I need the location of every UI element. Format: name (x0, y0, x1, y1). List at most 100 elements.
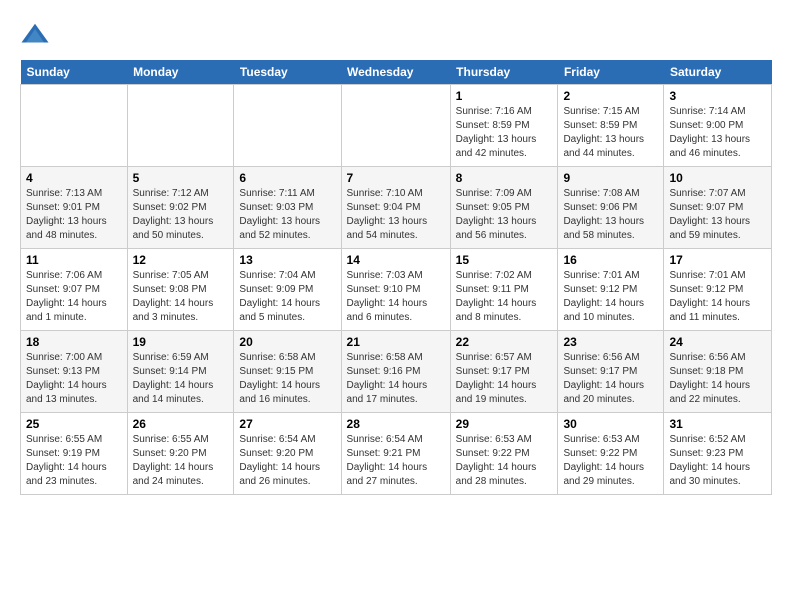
day-number: 15 (456, 253, 553, 267)
day-header-monday: Monday (127, 60, 234, 85)
day-info: Sunrise: 7:03 AMSunset: 9:10 PMDaylight:… (347, 269, 445, 325)
calendar-cell: 2Sunrise: 7:15 AMSunset: 8:59 PMDaylight… (558, 85, 664, 167)
calendar-cell: 27 Sunrise: 6:54 AMSunset: 9:20 PMDayligh… (234, 413, 341, 495)
calendar-cell: 28 Sunrise: 6:54 AMSunset: 9:21 PMDayligh… (341, 413, 450, 495)
calendar-cell: 10 Sunrise: 7:07 AMSunset: 9:07 PMDayligh… (664, 167, 772, 249)
calendar-cell: 8 Sunrise: 7:09 AMSunset: 9:05 PMDaylight… (450, 167, 558, 249)
logo (20, 20, 54, 50)
day-header-wednesday: Wednesday (341, 60, 450, 85)
calendar-cell (234, 85, 341, 167)
day-info: Sunrise: 7:00 AMSunset: 9:13 PMDaylight:… (26, 351, 122, 407)
day-info: Sunrise: 7:10 AMSunset: 9:04 PMDaylight:… (347, 187, 445, 243)
calendar-cell: 9 Sunrise: 7:08 AMSunset: 9:06 PMDaylight… (558, 167, 664, 249)
day-info: Sunrise: 7:02 AMSunset: 9:11 PMDaylight:… (456, 269, 553, 325)
day-number: 28 (347, 417, 445, 431)
day-number: 24 (669, 335, 766, 349)
day-number: 8 (456, 171, 553, 185)
day-info: Sunrise: 6:54 AMSunset: 9:21 PMDaylight:… (347, 433, 445, 489)
day-number: 23 (563, 335, 658, 349)
calendar-cell (21, 85, 128, 167)
calendar-cell: 17 Sunrise: 7:01 AMSunset: 9:12 PMDayligh… (664, 249, 772, 331)
day-info: Sunrise: 6:53 AMSunset: 9:22 PMDaylight:… (456, 433, 553, 489)
calendar-cell: 25 Sunrise: 6:55 AMSunset: 9:19 PMDayligh… (21, 413, 128, 495)
day-header-thursday: Thursday (450, 60, 558, 85)
day-info: Sunrise: 6:55 AMSunset: 9:19 PMDaylight:… (26, 433, 122, 489)
calendar-cell: 15 Sunrise: 7:02 AMSunset: 9:11 PMDayligh… (450, 249, 558, 331)
day-info: Sunrise: 7:11 AMSunset: 9:03 PMDaylight:… (239, 187, 335, 243)
day-number: 4 (26, 171, 122, 185)
day-number: 26 (133, 417, 229, 431)
day-number: 22 (456, 335, 553, 349)
day-number: 31 (669, 417, 766, 431)
day-number: 1 (456, 89, 553, 103)
day-number: 19 (133, 335, 229, 349)
day-number: 16 (563, 253, 658, 267)
day-number: 12 (133, 253, 229, 267)
day-number: 3 (669, 89, 766, 103)
calendar-cell: 21 Sunrise: 6:58 AMSunset: 9:16 PMDayligh… (341, 331, 450, 413)
calendar-cell: 5 Sunrise: 7:12 AMSunset: 9:02 PMDaylight… (127, 167, 234, 249)
day-number: 6 (239, 171, 335, 185)
day-info: Sunrise: 6:58 AMSunset: 9:15 PMDaylight:… (239, 351, 335, 407)
day-info: Sunrise: 7:08 AMSunset: 9:06 PMDaylight:… (563, 187, 658, 243)
day-info: Sunrise: 7:07 AMSunset: 9:07 PMDaylight:… (669, 187, 766, 243)
calendar-week-2: 4 Sunrise: 7:13 AMSunset: 9:01 PMDaylight… (21, 167, 772, 249)
day-info: Sunrise: 6:56 AMSunset: 9:18 PMDaylight:… (669, 351, 766, 407)
day-info: Sunrise: 6:55 AMSunset: 9:20 PMDaylight:… (133, 433, 229, 489)
day-header-sunday: Sunday (21, 60, 128, 85)
calendar-week-5: 25 Sunrise: 6:55 AMSunset: 9:19 PMDayligh… (21, 413, 772, 495)
calendar-cell: 30Sunrise: 6:53 AMSunset: 9:22 PMDayligh… (558, 413, 664, 495)
calendar-cell: 23 Sunrise: 6:56 AMSunset: 9:17 PMDayligh… (558, 331, 664, 413)
day-header-tuesday: Tuesday (234, 60, 341, 85)
day-number: 10 (669, 171, 766, 185)
day-info: Sunrise: 6:53 AMSunset: 9:22 PMDaylight:… (563, 433, 658, 489)
calendar-cell: 7 Sunrise: 7:10 AMSunset: 9:04 PMDaylight… (341, 167, 450, 249)
day-number: 29 (456, 417, 553, 431)
day-info: Sunrise: 7:06 AMSunset: 9:07 PMDaylight:… (26, 269, 122, 325)
day-info: Sunrise: 7:12 AMSunset: 9:02 PMDaylight:… (133, 187, 229, 243)
day-info: Sunrise: 7:09 AMSunset: 9:05 PMDaylight:… (456, 187, 553, 243)
day-number: 25 (26, 417, 122, 431)
page-header (20, 20, 772, 50)
day-info: Sunrise: 6:58 AMSunset: 9:16 PMDaylight:… (347, 351, 445, 407)
calendar-cell: 19 Sunrise: 6:59 AMSunset: 9:14 PMDayligh… (127, 331, 234, 413)
calendar-cell: 4 Sunrise: 7:13 AMSunset: 9:01 PMDaylight… (21, 167, 128, 249)
calendar-cell: 12 Sunrise: 7:05 AMSunset: 9:08 PMDayligh… (127, 249, 234, 331)
day-number: 9 (563, 171, 658, 185)
day-info: Sunrise: 7:04 AMSunset: 9:09 PMDaylight:… (239, 269, 335, 325)
calendar-cell: 24 Sunrise: 6:56 AMSunset: 9:18 PMDayligh… (664, 331, 772, 413)
day-number: 5 (133, 171, 229, 185)
day-number: 18 (26, 335, 122, 349)
day-info: Sunrise: 6:52 AMSunset: 9:23 PMDaylight:… (669, 433, 766, 489)
calendar-cell: 1 Sunrise: 7:16 AMSunset: 8:59 PMDaylight… (450, 85, 558, 167)
day-number: 27 (239, 417, 335, 431)
calendar-cell (341, 85, 450, 167)
day-info: Sunrise: 6:57 AMSunset: 9:17 PMDaylight:… (456, 351, 553, 407)
header-row: SundayMondayTuesdayWednesdayThursdayFrid… (21, 60, 772, 85)
day-info: Sunrise: 7:05 AMSunset: 9:08 PMDaylight:… (133, 269, 229, 325)
calendar-cell: 6 Sunrise: 7:11 AMSunset: 9:03 PMDaylight… (234, 167, 341, 249)
day-info: Sunrise: 7:01 AMSunset: 9:12 PMDaylight:… (563, 269, 658, 325)
day-number: 7 (347, 171, 445, 185)
calendar-cell: 22 Sunrise: 6:57 AMSunset: 9:17 PMDayligh… (450, 331, 558, 413)
calendar-cell: 3 Sunrise: 7:14 AMSunset: 9:00 PMDaylight… (664, 85, 772, 167)
day-info: Sunrise: 7:14 AMSunset: 9:00 PMDaylight:… (669, 105, 766, 161)
day-number: 21 (347, 335, 445, 349)
day-number: 13 (239, 253, 335, 267)
day-number: 14 (347, 253, 445, 267)
day-info: Sunrise: 6:59 AMSunset: 9:14 PMDaylight:… (133, 351, 229, 407)
calendar-cell: 26 Sunrise: 6:55 AMSunset: 9:20 PMDayligh… (127, 413, 234, 495)
calendar-cell: 18 Sunrise: 7:00 AMSunset: 9:13 PMDayligh… (21, 331, 128, 413)
calendar-cell: 14 Sunrise: 7:03 AMSunset: 9:10 PMDayligh… (341, 249, 450, 331)
day-info: Sunrise: 7:16 AMSunset: 8:59 PMDaylight:… (456, 105, 553, 161)
calendar-header: SundayMondayTuesdayWednesdayThursdayFrid… (21, 60, 772, 85)
calendar-cell: 29 Sunrise: 6:53 AMSunset: 9:22 PMDayligh… (450, 413, 558, 495)
day-info: Sunrise: 6:56 AMSunset: 9:17 PMDaylight:… (563, 351, 658, 407)
day-number: 17 (669, 253, 766, 267)
day-info: Sunrise: 7:15 AMSunset: 8:59 PMDaylight:… (563, 105, 658, 161)
day-info: Sunrise: 7:13 AMSunset: 9:01 PMDaylight:… (26, 187, 122, 243)
calendar-cell: 11Sunrise: 7:06 AMSunset: 9:07 PMDayligh… (21, 249, 128, 331)
day-info: Sunrise: 6:54 AMSunset: 9:20 PMDaylight:… (239, 433, 335, 489)
day-info: Sunrise: 7:01 AMSunset: 9:12 PMDaylight:… (669, 269, 766, 325)
logo-icon (20, 20, 50, 50)
